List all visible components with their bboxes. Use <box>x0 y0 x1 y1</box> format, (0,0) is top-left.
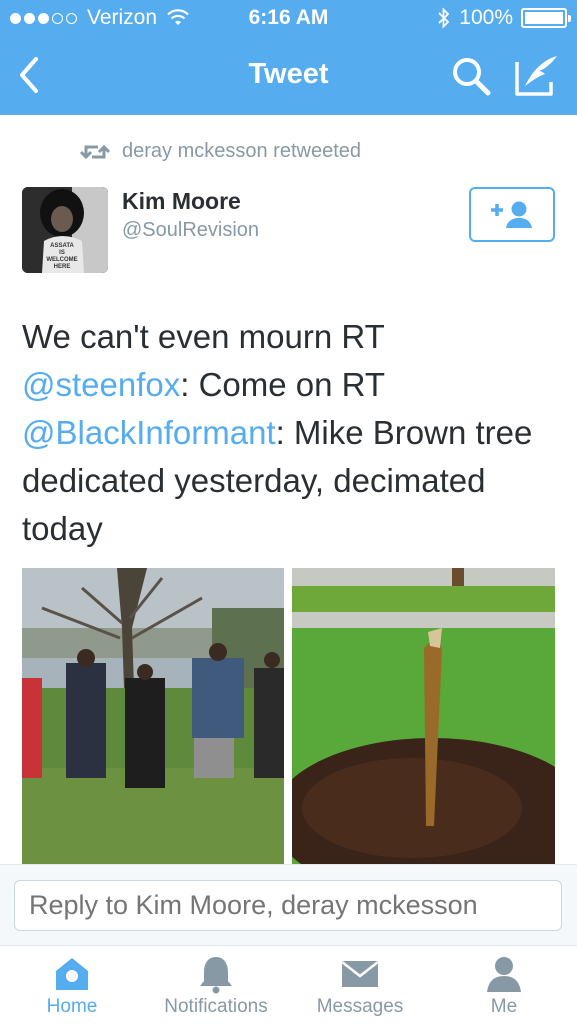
mention-link-blackinformant[interactable]: @BlackInformant <box>22 414 276 451</box>
add-user-icon <box>491 201 532 228</box>
svg-text:ASSATA: ASSATA <box>50 243 74 249</box>
svg-text:IS: IS <box>59 250 65 256</box>
follow-button[interactable] <box>469 187 555 242</box>
author-name[interactable]: Kim Moore <box>122 188 241 215</box>
tab-label: Home <box>46 996 98 1017</box>
tweet-photo-gathering[interactable] <box>22 568 284 864</box>
navigation-bar: Tweet <box>0 38 577 115</box>
tab-home[interactable]: Home <box>22 946 122 1024</box>
retweet-label: deray mckesson retweeted <box>122 140 362 162</box>
battery-percent: 100% <box>459 6 513 29</box>
compose-tweet-icon[interactable] <box>513 52 561 98</box>
search-icon[interactable] <box>449 54 493 98</box>
tab-label: Messages <box>316 996 404 1017</box>
envelope-icon <box>341 961 379 987</box>
home-icon <box>56 958 88 990</box>
reply-input[interactable] <box>14 880 562 931</box>
tweet-text-part: We can't even mourn RT <box>22 318 385 355</box>
tweet-photo-broken-tree[interactable] <box>292 568 555 864</box>
svg-text:WELCOME: WELCOME <box>46 257 77 263</box>
tab-label: Me <box>490 996 518 1017</box>
avatar[interactable]: ASSATA IS WELCOME HERE <box>22 187 108 273</box>
author-handle[interactable]: @SoulRevision <box>122 219 259 242</box>
tab-bar: Home Notifications Messages Me <box>0 945 577 1024</box>
mention-link-steenfox[interactable]: @steenfox <box>22 366 180 403</box>
tweet-text: We can't even mourn RT @steenfox: Come o… <box>22 313 552 553</box>
retweet-context: deray mckesson retweeted <box>80 140 361 163</box>
reply-bar <box>0 864 577 945</box>
tab-label: Notifications <box>164 996 268 1017</box>
retweet-icon <box>80 144 110 159</box>
svg-text:HERE: HERE <box>54 264 71 270</box>
bluetooth-icon <box>438 7 450 29</box>
tab-me[interactable]: Me <box>474 946 534 1024</box>
battery-icon <box>521 8 571 28</box>
avatar-image: ASSATA IS WELCOME HERE <box>22 187 108 273</box>
person-icon <box>487 957 521 992</box>
bell-icon <box>200 957 232 994</box>
status-bar: Verizon 6:16 AM 100% <box>0 0 577 38</box>
tweet-text-part: : Come on RT <box>180 366 385 403</box>
battery-area: 100% <box>437 6 571 30</box>
tab-messages[interactable]: Messages <box>305 946 415 1024</box>
tab-notifications[interactable]: Notifications <box>151 946 281 1024</box>
